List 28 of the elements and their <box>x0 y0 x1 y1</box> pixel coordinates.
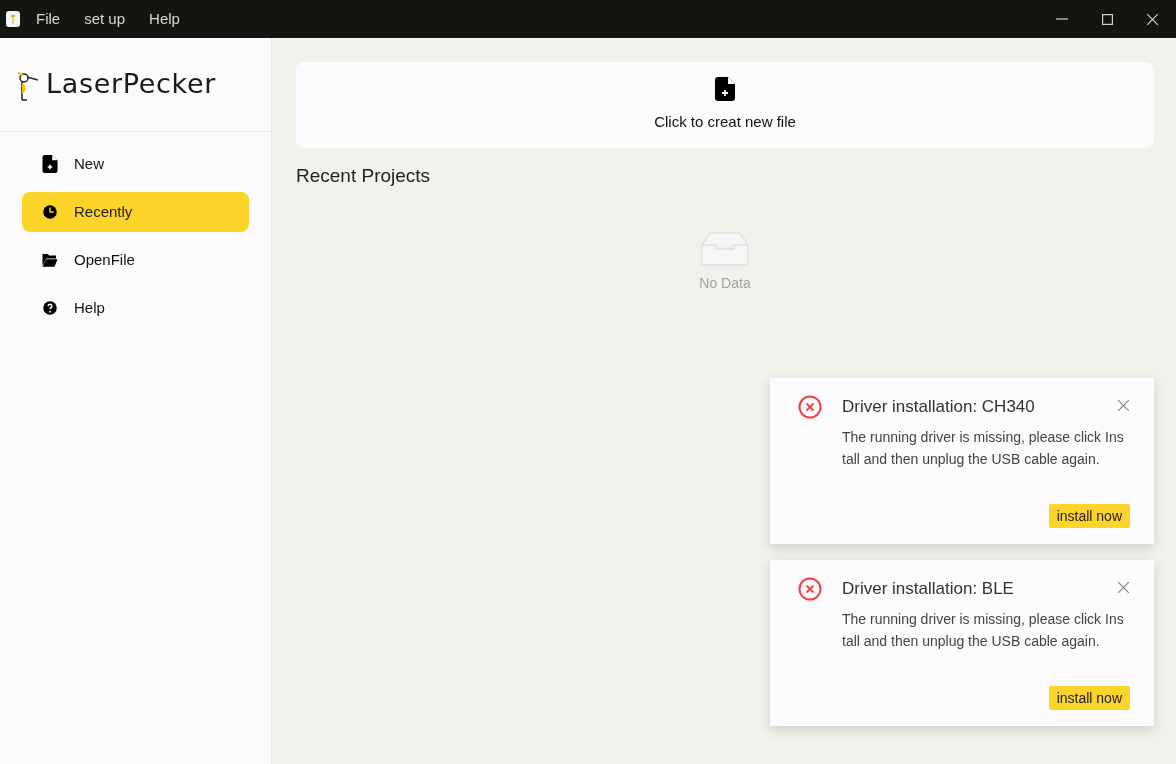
menu-item[interactable]: set up <box>84 7 126 31</box>
error-icon <box>798 577 822 601</box>
notification-message: The running driver is missing, please click Install and then unplug the USB cable again. <box>842 609 1125 651</box>
install-button[interactable]: install now <box>1048 686 1130 710</box>
help-icon <box>42 299 58 317</box>
install-button[interactable]: install now <box>1048 504 1130 528</box>
folder-icon <box>42 251 58 269</box>
sidebar-item[interactable]: New <box>22 144 249 184</box>
logo-text: LaserPecker <box>46 67 216 102</box>
menu-item[interactable]: Help <box>149 7 180 31</box>
notification-title: Driver installation: CH340 <box>842 396 1035 418</box>
menu-item[interactable]: File <box>36 7 61 31</box>
clock-icon <box>42 203 58 221</box>
new-file-card[interactable]: Click to creat new file <box>296 62 1154 148</box>
sidebar-item[interactable]: Help <box>22 288 249 328</box>
notification-title: Driver installation: BLE <box>842 578 1014 600</box>
close-icon[interactable] <box>1147 13 1158 25</box>
file-plus-icon <box>42 155 58 173</box>
maximize-icon[interactable] <box>1102 13 1113 25</box>
notification-message: The running driver is missing, please click Install and then unplug the USB cable again. <box>842 427 1125 469</box>
error-icon <box>798 395 822 419</box>
sidebar-item[interactable]: Recently <box>22 192 249 232</box>
empty-text: No Data <box>699 273 751 293</box>
section-title: Recent Projects <box>296 164 432 188</box>
new-file-label: Click to creat new file <box>654 111 796 132</box>
sidebar-item[interactable]: OpenFile <box>22 240 249 280</box>
file-plus-icon <box>715 76 735 101</box>
app-icon <box>6 11 20 27</box>
